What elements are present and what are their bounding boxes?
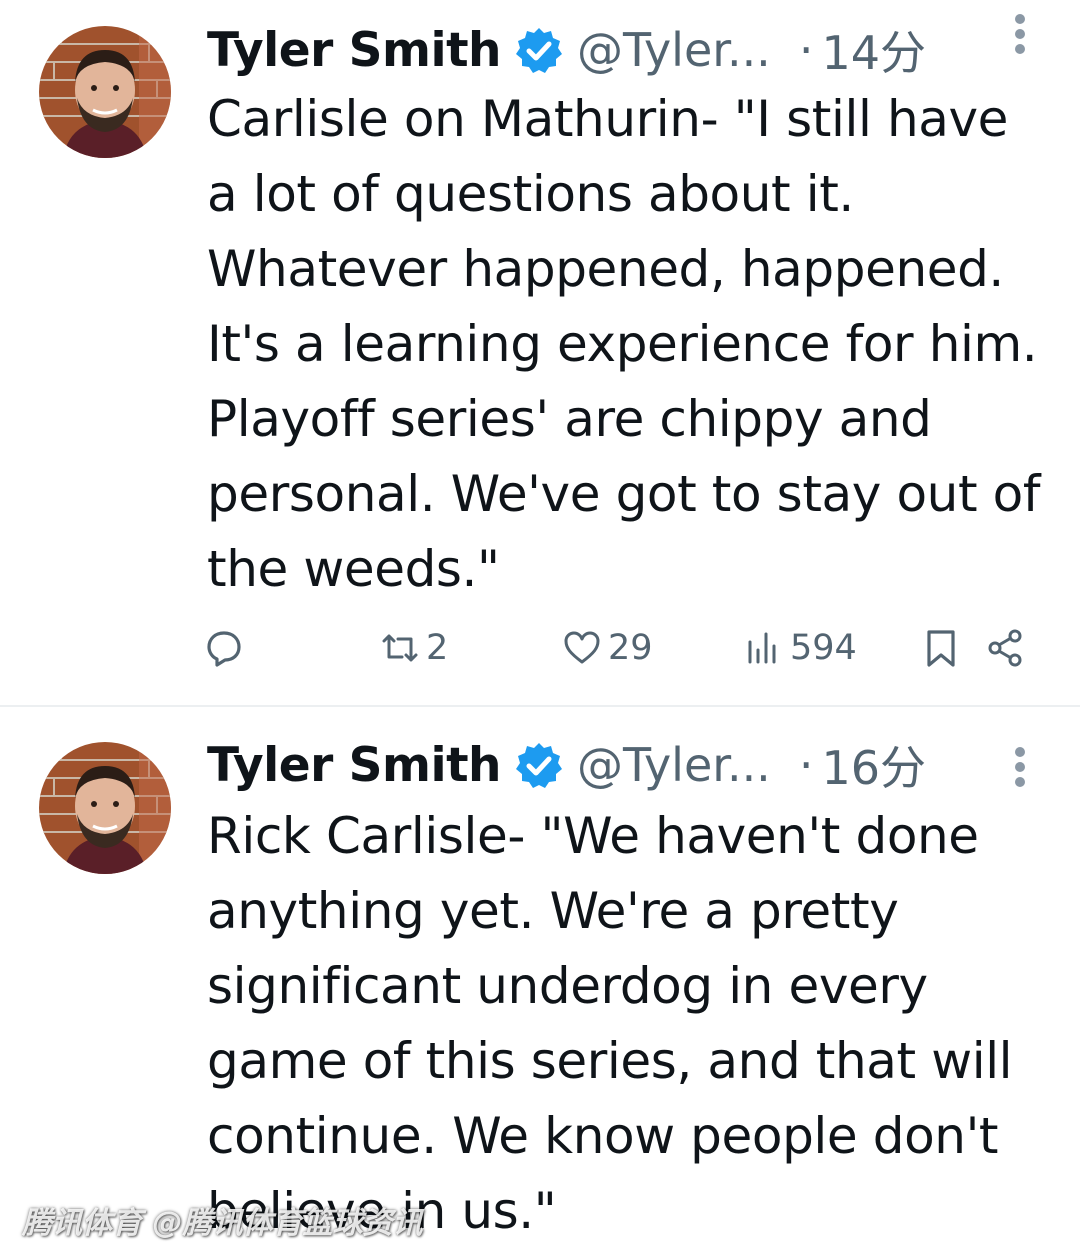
bookmark-button[interactable]: [921, 628, 961, 668]
like-count: 29: [608, 628, 653, 668]
tweet-header: Tyler Smith @Tyler... · 16分: [207, 732, 1080, 798]
views-count: 594: [790, 628, 857, 668]
reply-icon: [207, 631, 241, 667]
tweet-text: Carlisle on Mathurin- "I still have a lo…: [207, 90, 1041, 598]
author-name[interactable]: Tyler Smith: [207, 738, 502, 793]
timestamp[interactable]: 16分: [821, 732, 926, 798]
retweet-icon: [382, 634, 418, 662]
action-bar: 2 29 594: [0, 624, 1080, 680]
views-icon: [748, 632, 776, 664]
tweet-header: Tyler Smith @Tyler... · 14分: [207, 17, 1080, 83]
reply-button[interactable]: [204, 628, 244, 668]
avatar[interactable]: [39, 26, 171, 158]
verified-badge-icon: [515, 741, 563, 789]
author-handle[interactable]: @Tyler...: [577, 738, 771, 792]
retweet-button[interactable]: 2: [380, 628, 448, 668]
author-name[interactable]: Tyler Smith: [207, 23, 502, 78]
more-options-icon[interactable]: [1014, 747, 1026, 787]
timestamp[interactable]: 14分: [821, 17, 926, 83]
like-button[interactable]: 29: [562, 628, 653, 668]
retweet-count: 2: [426, 628, 449, 668]
separator-dot: ·: [798, 23, 814, 77]
share-button[interactable]: [986, 628, 1026, 668]
views-button[interactable]: 594: [744, 628, 857, 668]
tweet-2[interactable]: Tyler Smith @Tyler... · 16分 Rick Carlisl…: [0, 707, 1080, 1254]
separator-dot: ·: [798, 738, 814, 792]
tweet-text: Rick Carlisle- "We haven't done anything…: [207, 807, 1013, 1240]
verified-badge-icon: [515, 26, 563, 74]
more-options-icon[interactable]: [1014, 14, 1026, 54]
bookmark-icon: [927, 630, 955, 667]
like-icon: [564, 631, 600, 664]
tweet-1[interactable]: Tyler Smith @Tyler... · 14分 Carlisle on …: [0, 0, 1080, 705]
author-handle[interactable]: @Tyler...: [577, 23, 771, 77]
avatar[interactable]: [39, 742, 171, 874]
share-icon: [988, 629, 1022, 667]
watermark: 腾讯体育 @腾讯体育篮球资讯: [22, 1206, 423, 1241]
